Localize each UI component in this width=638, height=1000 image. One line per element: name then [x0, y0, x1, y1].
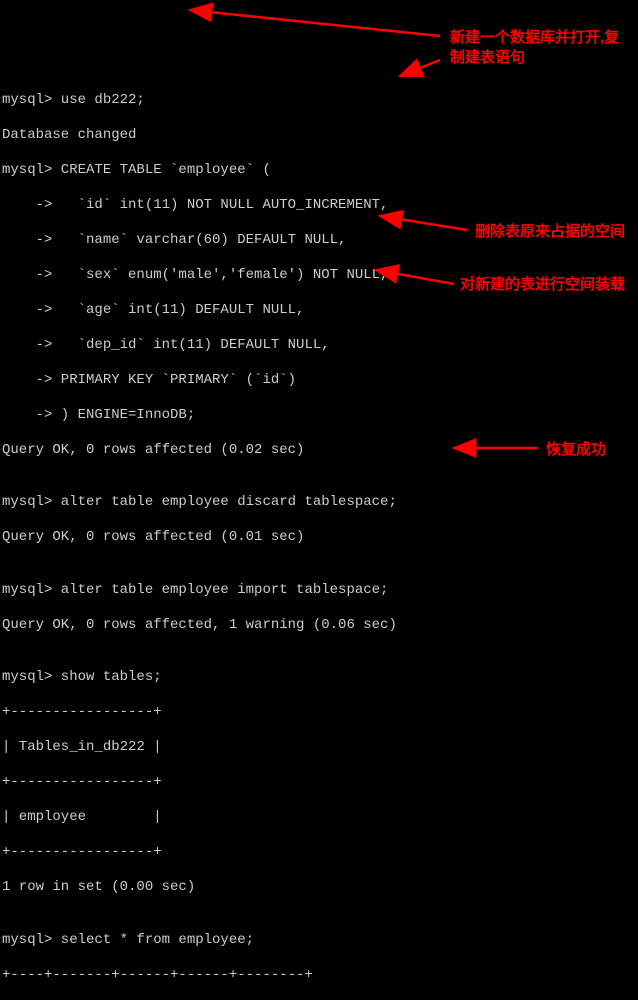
terminal-line: -> PRIMARY KEY `PRIMARY` (`id`): [2, 372, 636, 390]
terminal-line: -> `dep_id` int(11) DEFAULT NULL,: [2, 337, 636, 355]
terminal-line: +-----------------+: [2, 844, 636, 862]
terminal-line: mysql> select * from employee;: [2, 932, 636, 950]
terminal-line: -> `id` int(11) NOT NULL AUTO_INCREMENT,: [2, 197, 636, 215]
terminal-line: mysql> alter table employee discard tabl…: [2, 494, 636, 512]
annotation-discard-tablespace: 删除表原来占据的空间: [475, 222, 635, 242]
terminal-line: -> `age` int(11) DEFAULT NULL,: [2, 302, 636, 320]
terminal-line: -> ) ENGINE=InnoDB;: [2, 407, 636, 425]
terminal-line: +-----------------+: [2, 704, 636, 722]
terminal-output: mysql> use db222; Database changed mysql…: [0, 70, 638, 1000]
terminal-line: +-----------------+: [2, 774, 636, 792]
terminal-line: +----+-------+------+------+--------+: [2, 967, 636, 985]
terminal-line: Query OK, 0 rows affected (0.01 sec): [2, 529, 636, 547]
annotation-import-tablespace: 对新建的表进行空间装载: [460, 275, 636, 295]
terminal-line: 1 row in set (0.00 sec): [2, 879, 636, 897]
terminal-line: mysql> use db222;: [2, 92, 636, 110]
terminal-line: | Tables_in_db222 |: [2, 739, 636, 757]
terminal-line: Query OK, 0 rows affected (0.02 sec): [2, 442, 636, 460]
annotation-create-db: 新建一个数据库并打开,复制建表语句: [450, 28, 634, 67]
terminal-line: Query OK, 0 rows affected, 1 warning (0.…: [2, 617, 636, 635]
terminal-line: mysql> CREATE TABLE `employee` (: [2, 162, 636, 180]
terminal-line: Database changed: [2, 127, 636, 145]
annotation-restore-success: 恢复成功: [546, 440, 626, 460]
terminal-line: mysql> alter table employee import table…: [2, 582, 636, 600]
terminal-line: mysql> show tables;: [2, 669, 636, 687]
terminal-line: | employee |: [2, 809, 636, 827]
